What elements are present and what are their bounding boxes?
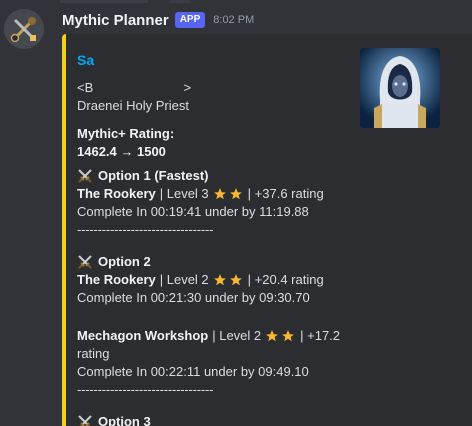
crossed-swords-icon <box>78 255 92 269</box>
dungeon-level: | Level 3 <box>159 186 209 201</box>
option-title: Option 2 <box>98 254 151 269</box>
option-header: Option 2 <box>77 253 377 271</box>
dungeon-line: The Rookery | Level 2 | +20.4 rating <box>77 271 377 289</box>
rating-change: 1462.4 → 1500 <box>77 144 166 159</box>
separator: --------------------------------- <box>77 222 214 237</box>
star-icon <box>213 188 226 200</box>
separator: --------------------------------- <box>77 382 214 397</box>
rich-embed: Sa <B > Draenei Holy Priest Mythic+ Rati… <box>62 34 472 426</box>
message-header: Mythic Planner APP 8:02 PM <box>62 10 254 30</box>
rating-gain: | +20.4 rating <box>247 272 324 287</box>
rating-gain: | +37.6 rating <box>247 186 324 201</box>
embed-author[interactable]: Sa <box>77 51 377 69</box>
star-icon <box>229 188 242 200</box>
spec-line: Draenei Holy Priest <box>77 98 189 113</box>
dungeon-name: The Rookery <box>77 272 156 287</box>
message-timestamp[interactable]: 8:02 PM <box>213 14 254 26</box>
rating-gain-wrap: rating <box>77 346 110 361</box>
app-badge: APP <box>174 12 206 28</box>
option-header: Option 3 <box>77 413 377 426</box>
star-icon <box>229 274 242 286</box>
star-icon <box>213 274 226 286</box>
author-username[interactable]: Mythic Planner <box>62 12 169 29</box>
dungeon-level: | Level 2 <box>159 272 209 287</box>
dungeon-name: The Rookery <box>77 186 156 201</box>
option-title: Option 1 (Fastest) <box>98 168 209 183</box>
dungeon-name: Mechagon Workshop <box>77 328 209 343</box>
guild-line: <B > <box>77 80 192 95</box>
crossed-swords-icon <box>78 415 92 426</box>
previous-message-edge <box>0 0 472 4</box>
completion-time: Complete In 00:22:11 under by 09:49.10 <box>77 364 309 379</box>
option-header: Option 1 (Fastest) <box>77 167 377 185</box>
option-title: Option 3 <box>98 414 151 426</box>
star-icon <box>282 330 294 342</box>
rating-label: Mythic+ Rating: <box>77 126 175 141</box>
star-icon <box>266 330 278 342</box>
rating-gain: | +17.2 <box>300 328 341 343</box>
crossed-swords-icon <box>78 169 92 183</box>
dungeon-line: The Rookery | Level 3 | +37.6 rating <box>77 185 377 203</box>
bot-avatar[interactable] <box>4 9 44 49</box>
dungeon-line: Mechagon Workshop | Level 2 | +17.2 <box>77 327 377 345</box>
completion-time: Complete In 00:21:30 under by 09:30.70 <box>77 290 310 305</box>
completion-time: Complete In 00:19:41 under by 11:19.88 <box>77 204 309 219</box>
dungeon-level: | Level 2 <box>212 328 262 343</box>
